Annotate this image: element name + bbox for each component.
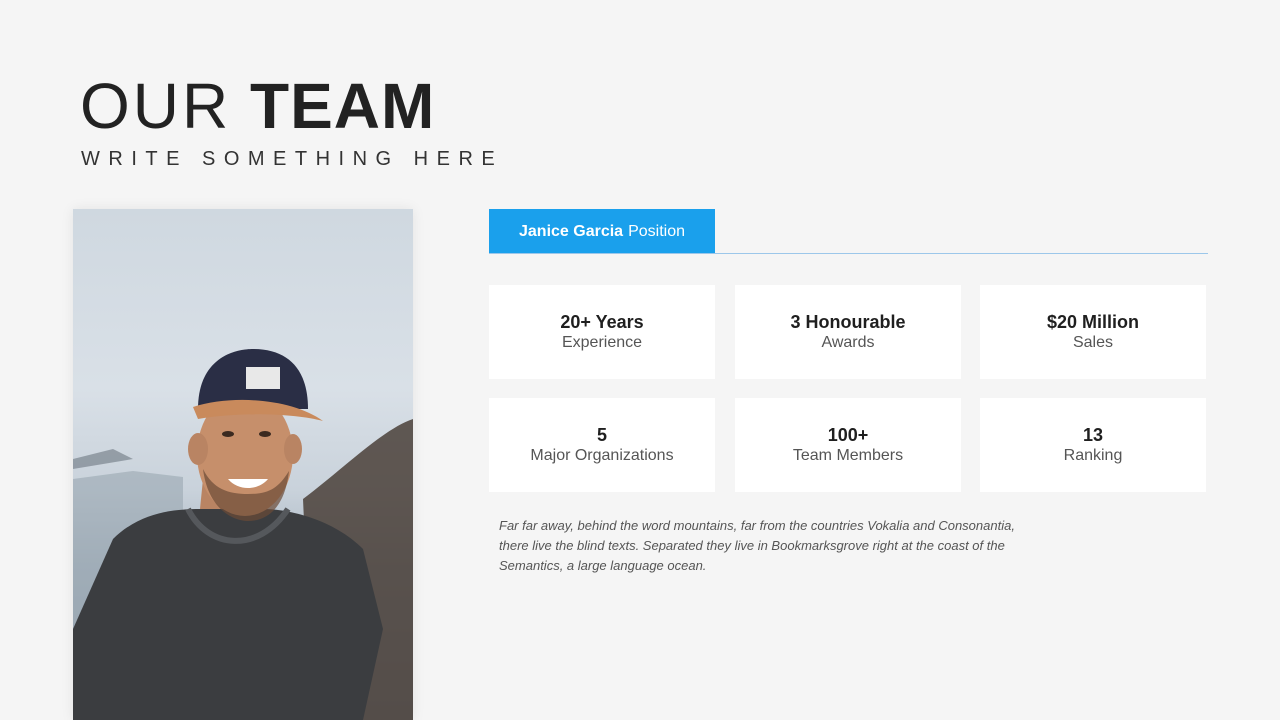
stat-value: 3 Honourable: [790, 312, 906, 332]
title-light-word: OUR: [80, 70, 232, 142]
profile-position: Position: [628, 222, 685, 240]
profile-name: Janice Garcia: [519, 222, 624, 240]
stat-label: Sales: [1072, 334, 1114, 351]
stat-card-awards: 3 Honourable Awards: [735, 285, 961, 379]
stat-value: 13: [1082, 425, 1104, 445]
stat-value: 5: [596, 425, 607, 445]
stat-card-sales: $20 Million Sales: [980, 285, 1206, 379]
stat-card-ranking: 13 Ranking: [980, 398, 1206, 492]
page-subtitle: WRITE SOMETHING HERE: [81, 148, 504, 170]
stat-card-experience: 20+ Years Experience: [489, 285, 715, 379]
stat-label: Awards: [821, 334, 875, 351]
stat-value: 100+: [827, 425, 869, 445]
tab-underline: [489, 253, 1208, 254]
stat-card-organizations: 5 Major Organizations: [489, 398, 715, 492]
stat-label: Experience: [561, 334, 643, 351]
stat-card-team-members: 100+ Team Members: [735, 398, 961, 492]
profile-description: Far far away, behind the word mountains,…: [499, 518, 1015, 573]
stat-value: 20+ Years: [560, 312, 644, 332]
page-title: OUR TEAM: [80, 70, 435, 142]
title-bold-word: TEAM: [250, 70, 436, 142]
profile-name-tab: Janice Garcia Position: [489, 209, 715, 254]
team-member-photo: [73, 209, 413, 720]
stat-label: Ranking: [1063, 447, 1123, 464]
stat-label: Team Members: [792, 447, 904, 464]
stat-label: Major Organizations: [530, 447, 674, 464]
stat-value: $20 Million: [1046, 312, 1140, 332]
